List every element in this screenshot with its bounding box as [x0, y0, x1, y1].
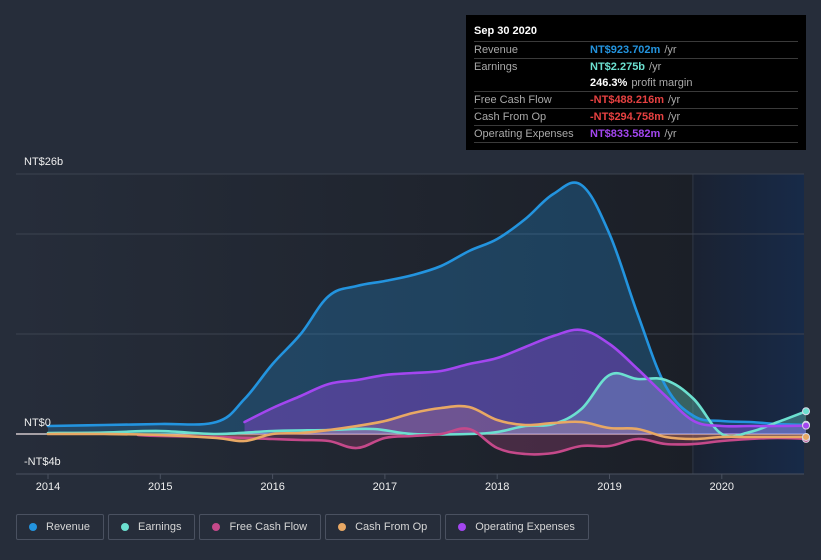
operating-expenses-endpoint[interactable]	[802, 421, 811, 430]
tooltip-row-value: 246.3%	[590, 77, 628, 89]
legend-item-operating-expenses[interactable]: Operating Expenses	[445, 514, 589, 540]
tooltip-row: Revenue NT$923.702m/yr	[474, 42, 798, 59]
tooltip-row: Free Cash Flow -NT$488.216m/yr	[474, 92, 798, 109]
tooltip-row: Cash From Op -NT$294.758m/yr	[474, 109, 798, 126]
tooltip-row: Operating Expenses NT$833.582m/yr	[474, 126, 798, 143]
legend-label: Free Cash Flow	[229, 521, 308, 533]
x-tick-label: 2018	[484, 481, 510, 493]
tooltip-row-label: Revenue	[474, 44, 519, 56]
tooltip-row-label: Cash From Op	[474, 111, 547, 123]
legend-label: Revenue	[46, 521, 91, 533]
tooltip-row-value: NT$833.582m	[590, 128, 661, 140]
y-tick-label-zero: NT$0	[24, 417, 51, 429]
legend-item-free-cash-flow[interactable]: Free Cash Flow	[199, 514, 322, 540]
tooltip-row-label	[474, 75, 590, 91]
y-tick-label-top: NT$26b	[24, 156, 64, 168]
legend-label: Operating Expenses	[475, 521, 575, 533]
tooltip-row: Earnings NT$2.275b/yr	[474, 59, 798, 75]
tooltip-row-label: Earnings	[474, 61, 518, 73]
x-tick-label: 2014	[35, 481, 61, 493]
tooltip-row-unit: /yr	[664, 128, 677, 140]
y-tick-label-bottom: -NT$4b	[24, 456, 61, 468]
tooltip-row-unit: /yr	[668, 111, 681, 123]
cash-from-op-endpoint[interactable]	[802, 432, 811, 441]
legend: Revenue Earnings Free Cash Flow Cash From O…	[16, 514, 589, 540]
x-tick-label: 2019	[597, 481, 622, 493]
tooltip-row-unit: /yr	[668, 94, 681, 106]
tooltip-row: 246.3% profit margin	[474, 75, 798, 92]
tooltip-panel: Sep 30 2020 Revenue NT$923.702m/yr Earning…	[466, 15, 806, 150]
legend-dot-icon	[121, 523, 130, 531]
legend-label: Earnings	[138, 521, 182, 533]
tooltip-row-unit: /yr	[664, 44, 677, 56]
tooltip-row-value: -NT$488.216m	[590, 94, 664, 106]
x-tick-label: 2016	[260, 481, 285, 493]
legend-label: Cash From Op	[355, 521, 428, 533]
x-tick-label: 2015	[148, 481, 173, 493]
legend-dot-icon	[212, 523, 221, 531]
x-tick-label: 2017	[372, 481, 398, 493]
tooltip-row-value: -NT$294.758m	[590, 111, 664, 123]
earnings-endpoint[interactable]	[802, 407, 811, 416]
legend-item-cash-from-op[interactable]: Cash From Op	[325, 514, 442, 540]
x-tick-label: 2020	[709, 481, 735, 493]
tooltip-row-unit: profit margin	[631, 77, 693, 89]
tooltip-row-unit: /yr	[649, 61, 662, 73]
tooltip-row-value: NT$2.275b	[590, 61, 646, 73]
legend-item-earnings[interactable]: Earnings	[108, 514, 196, 540]
tooltip-date: Sep 30 2020	[474, 23, 798, 42]
legend-dot-icon	[458, 523, 467, 531]
legend-dot-icon	[338, 523, 347, 531]
tooltip-row-value: NT$923.702m	[590, 44, 661, 56]
legend-item-revenue[interactable]: Revenue	[16, 514, 105, 540]
tooltip-row-label: Free Cash Flow	[474, 94, 552, 106]
legend-dot-icon	[29, 523, 37, 531]
tooltip-row-label: Operating Expenses	[474, 128, 574, 140]
